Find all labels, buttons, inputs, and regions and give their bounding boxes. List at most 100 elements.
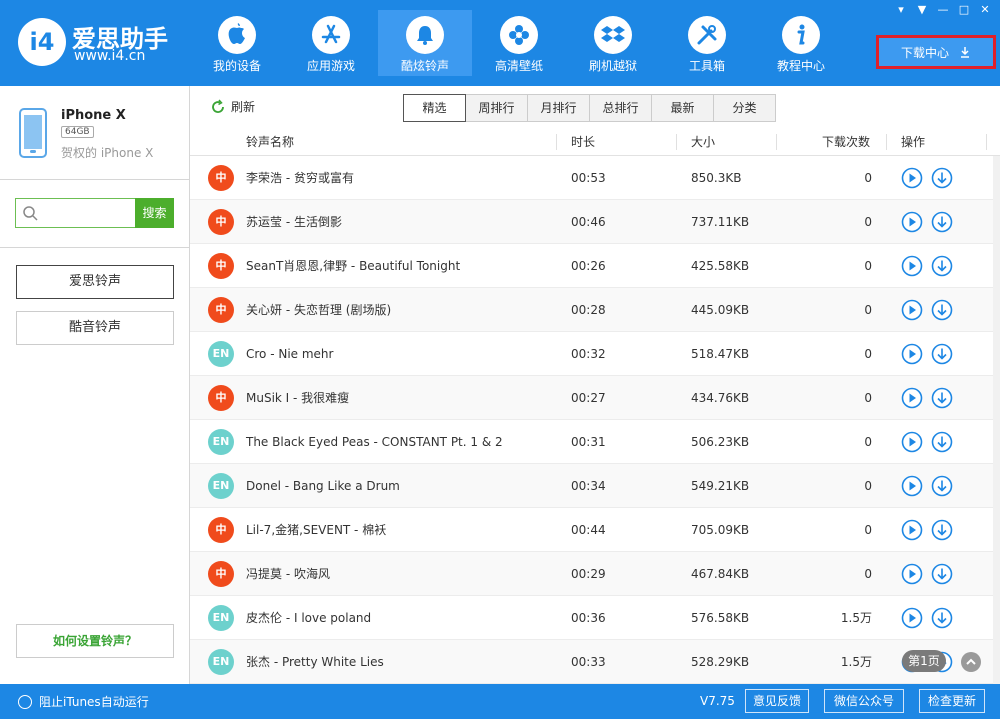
main-content: 刷新 精选 周排行 月排行 总排行 最新 分类 铃声名称 时长 大小 下载次数 … <box>190 86 1000 684</box>
table-row[interactable]: 中冯提莫 - 吹海风 00:29 467.84KB 0 <box>190 552 1000 596</box>
maximize-icon[interactable]: □ <box>955 3 973 17</box>
download-icon[interactable] <box>931 387 953 409</box>
nav-label: 刷机越狱 <box>588 59 637 73</box>
feedback-button[interactable]: 意见反馈 <box>745 689 809 713</box>
download-icon[interactable] <box>931 255 953 277</box>
table-row[interactable]: EN 张杰 - Pretty White Lies 00:33 528.29KB 1.5… <box>190 640 1000 684</box>
download-center-button[interactable]: 下载中心 <box>876 35 996 69</box>
play-icon[interactable] <box>901 519 923 541</box>
close-icon[interactable]: ✕ <box>976 3 994 17</box>
how-to-set-ringtone-link[interactable]: 如何设置铃声？ <box>16 624 174 658</box>
language-badge: EN <box>208 341 234 367</box>
download-count: 0 <box>864 435 872 449</box>
download-icon[interactable] <box>931 475 953 497</box>
ringtone-duration: 00:53 <box>571 171 606 185</box>
nav-label: 高清壁纸 <box>494 59 543 73</box>
nav-label: 应用游戏 <box>306 59 355 73</box>
menu-icon[interactable]: ▼ <box>913 3 931 17</box>
download-count: 0 <box>864 259 872 273</box>
bell-icon <box>406 16 444 54</box>
play-icon[interactable] <box>901 211 923 233</box>
play-icon[interactable] <box>901 431 923 453</box>
ringtone-duration: 00:44 <box>571 523 606 537</box>
table-row[interactable]: 中关心妍 - 失恋哲理 (剧场版) 00:28 445.09KB 0 <box>190 288 1000 332</box>
table-row[interactable]: 中 SeanT肖恩恩,律野 - Beautiful Tonight 00:26 425… <box>190 244 1000 288</box>
table-row[interactable]: 中 Lil-7,金猪,SEVENT - 棉袄 00:44 705.09KB 0 <box>190 508 1000 552</box>
table-row[interactable]: EN Donel - Bang Like a Drum 00:34 549.21KB 0 <box>190 464 1000 508</box>
play-icon[interactable] <box>901 299 923 321</box>
download-count: 0 <box>864 303 872 317</box>
table-row[interactable]: 中李荣浩 - 贫穷或富有 00:53 850.3KB 0 <box>190 156 1000 200</box>
download-count: 0 <box>864 215 872 229</box>
nav-tutorials[interactable]: 教程中心 <box>754 10 848 76</box>
language-badge: 中 <box>208 297 234 323</box>
table-row[interactable]: 中苏运莹 - 生活倒影 00:46 737.11KB 0 <box>190 200 1000 244</box>
scroll-top-button[interactable] <box>961 652 981 672</box>
download-icon[interactable] <box>931 431 953 453</box>
status-bar: 阻止iTunes自动运行 V7.75 意见反馈 微信公众号 检查更新 <box>0 684 1000 719</box>
ringtone-name: 冯提莫 - 吹海风 <box>246 567 330 581</box>
sidebar-item-kuyin-ringtones[interactable]: 酷音铃声 <box>16 311 174 345</box>
refresh-label: 刷新 <box>231 100 256 114</box>
top-bar: i4 爱思助手 www.i4.cn 我的设备 应用游戏 酷炫铃声 高清壁纸 刷机… <box>0 0 1000 86</box>
nav-label: 酷炫铃声 <box>400 59 449 73</box>
col-duration[interactable]: 时长 <box>571 128 595 156</box>
table-row[interactable]: EN Cro - Nie mehr 00:32 518.47KB 0 <box>190 332 1000 376</box>
ringtone-size: 425.58KB <box>691 259 750 273</box>
nav-apps-games[interactable]: 应用游戏 <box>284 10 378 76</box>
ringtone-list: 中李荣浩 - 贫穷或富有 00:53 850.3KB 0 中苏运莹 - 生活倒影 00:4… <box>190 156 1000 684</box>
ringtone-name: SeanT肖恩恩,律野 - Beautiful Tonight <box>246 259 461 273</box>
download-icon[interactable] <box>931 607 953 629</box>
table-row[interactable]: EN The Black Eyed Peas - CONSTANT Pt. 1 &… <box>190 420 1000 464</box>
tab-monthly[interactable]: 月排行 <box>527 94 590 122</box>
block-itunes-toggle[interactable]: 阻止iTunes自动运行 <box>18 693 149 710</box>
nav-ringtones[interactable]: 酷炫铃声 <box>378 10 472 76</box>
table-row[interactable]: EN 皮杰伦 - I love poland 00:36 576.58KB 1.5万 <box>190 596 1000 640</box>
play-icon[interactable] <box>901 343 923 365</box>
tab-all-time[interactable]: 总排行 <box>589 94 652 122</box>
play-icon[interactable] <box>901 255 923 277</box>
nav-wallpapers[interactable]: 高清壁纸 <box>472 10 566 76</box>
play-icon[interactable] <box>901 167 923 189</box>
tab-categories[interactable]: 分类 <box>713 94 776 122</box>
skin-icon[interactable]: ▾ <box>892 3 910 17</box>
ringtone-duration: 00:29 <box>571 567 606 581</box>
tab-latest[interactable]: 最新 <box>651 94 714 122</box>
col-downloads[interactable]: 下载次数 <box>822 128 870 156</box>
sidebar-item-i4-ringtones[interactable]: 爱思铃声 <box>16 265 174 299</box>
download-icon[interactable] <box>931 343 953 365</box>
download-icon[interactable] <box>931 519 953 541</box>
page-indicator[interactable]: 第1页 <box>902 650 946 672</box>
download-icon[interactable] <box>931 299 953 321</box>
phone-icon <box>19 108 47 158</box>
language-badge: 中 <box>208 209 234 235</box>
tab-weekly[interactable]: 周排行 <box>465 94 528 122</box>
play-icon[interactable] <box>901 563 923 585</box>
refresh-button[interactable]: 刷新 <box>210 98 255 115</box>
play-icon[interactable] <box>901 607 923 629</box>
check-update-button[interactable]: 检查更新 <box>919 689 985 713</box>
scrollbar[interactable] <box>993 156 1000 684</box>
nav-my-device[interactable]: 我的设备 <box>190 10 284 76</box>
minimize-icon[interactable]: — <box>934 3 952 17</box>
play-icon[interactable] <box>901 475 923 497</box>
col-name[interactable]: 铃声名称 <box>246 128 294 156</box>
language-badge: 中 <box>208 517 234 543</box>
download-icon[interactable] <box>931 563 953 585</box>
ringtone-size: 467.84KB <box>691 567 750 581</box>
nav-flash-jailbreak[interactable]: 刷机越狱 <box>566 10 660 76</box>
wechat-button[interactable]: 微信公众号 <box>824 689 904 713</box>
ringtone-name: 关心妍 - 失恋哲理 (剧场版) <box>246 303 392 317</box>
ringtone-size: 528.29KB <box>691 655 750 669</box>
play-icon[interactable] <box>901 387 923 409</box>
table-row[interactable]: 中 MuSik I - 我很难瘦 00:27 434.76KB 0 <box>190 376 1000 420</box>
nav-toolbox[interactable]: 工具箱 <box>660 10 754 76</box>
download-icon[interactable] <box>931 167 953 189</box>
search-button[interactable]: 搜索 <box>135 198 174 228</box>
dropbox-icon <box>594 16 632 54</box>
ringtone-name: The Black Eyed Peas - CONSTANT Pt. 1 & 2 <box>246 435 503 449</box>
download-icon[interactable] <box>931 211 953 233</box>
col-size[interactable]: 大小 <box>691 128 715 156</box>
tab-featured[interactable]: 精选 <box>403 94 466 122</box>
search-input[interactable] <box>44 203 132 223</box>
